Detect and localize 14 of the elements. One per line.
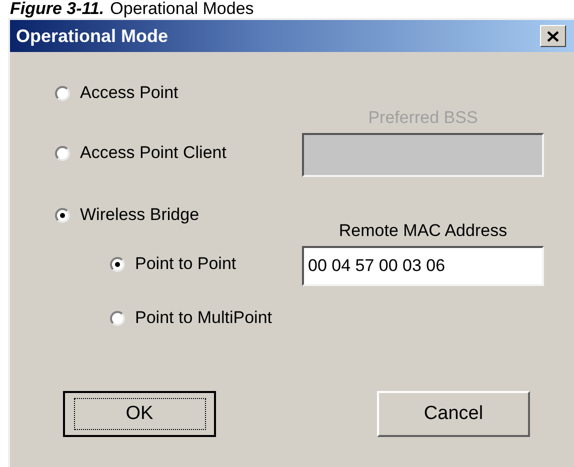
window-title: Operational Mode: [16, 24, 168, 48]
cancel-button[interactable]: Cancel: [377, 391, 530, 437]
figure-title: Operational Modes: [110, 0, 254, 18]
figure-label: Figure 3-11.: [10, 0, 104, 18]
radio-button[interactable]: Access Point: [55, 81, 178, 105]
radio-button[interactable]: Access Point Client: [55, 141, 226, 165]
close-icon: [547, 30, 559, 42]
input-field[interactable]: 00 04 57 00 03 06: [302, 246, 544, 286]
close-button[interactable]: [540, 25, 566, 47]
radio-button[interactable]: Wireless Bridge: [55, 203, 200, 227]
radio-button[interactable]: Point to MultiPoint: [110, 306, 272, 330]
radio-button[interactable]: Point to Point: [110, 252, 236, 276]
ok-button[interactable]: OK: [63, 391, 216, 437]
field-label: Remote MAC Address: [338, 221, 508, 241]
